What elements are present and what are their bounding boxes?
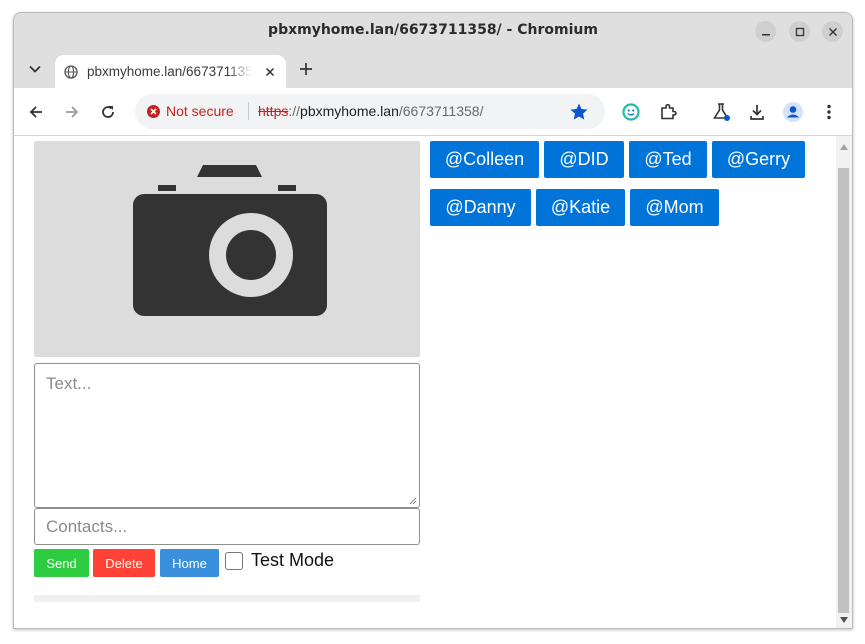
forward-button[interactable] <box>60 100 84 124</box>
puzzle-extensions-icon <box>661 103 677 120</box>
contact-chip-colleen[interactable]: @Colleen <box>430 141 539 178</box>
browser-menu-button[interactable] <box>817 100 841 124</box>
bookmark-star-icon[interactable] <box>569 102 589 122</box>
tab-title: pbxmyhome.lan/6673711358/ <box>87 64 252 79</box>
reload-icon <box>102 106 114 118</box>
photo-placeholder[interactable] <box>34 141 420 357</box>
scroll-up-arrow-icon[interactable] <box>840 144 848 150</box>
resize-handle-icon[interactable] <box>409 497 417 505</box>
extension-button[interactable] <box>619 100 643 124</box>
chevron-down-icon <box>29 65 41 73</box>
extensions-menu-button[interactable] <box>656 100 680 124</box>
not-secure-label[interactable]: Not secure <box>166 103 234 119</box>
menu-kebab-icon <box>827 104 831 120</box>
url-separator: :// <box>288 103 301 119</box>
contacts-placeholder: Contacts... <box>46 517 128 536</box>
close-window-button[interactable] <box>822 21 843 42</box>
url-scheme: https <box>258 103 289 119</box>
home-button[interactable]: Home <box>160 549 219 577</box>
omnibox-divider <box>248 102 249 120</box>
forward-arrow-icon <box>66 106 79 118</box>
back-arrow-icon <box>29 106 42 118</box>
browser-toolbar: Not secure https://pbxmyhome.lan/6673711… <box>14 88 852 136</box>
close-icon <box>265 67 275 77</box>
plus-icon <box>300 63 312 75</box>
downloads-button[interactable] <box>745 100 769 124</box>
delete-button[interactable]: Delete <box>93 549 155 577</box>
address-bar[interactable]: Not secure https://pbxmyhome.lan/6673711… <box>135 94 605 129</box>
message-placeholder: Text... <box>46 374 92 393</box>
maximize-icon <box>795 27 804 36</box>
window-title: pbxmyhome.lan/6673711358/ - Chromium <box>268 22 598 38</box>
labs-button[interactable] <box>709 100 733 124</box>
warning-icon <box>147 105 160 118</box>
test-mode-checkbox[interactable] <box>225 552 243 570</box>
tab-close-button[interactable] <box>261 63 279 81</box>
minimize-button[interactable] <box>755 21 776 42</box>
contact-chip-gerry[interactable]: @Gerry <box>712 141 805 178</box>
test-mode-label: Test Mode <box>251 550 335 570</box>
contact-chip-danny[interactable]: @Danny <box>430 189 531 226</box>
send-button[interactable]: Send <box>34 549 89 577</box>
globe-icon <box>64 65 78 79</box>
contact-chip-did[interactable]: @DID <box>544 141 624 178</box>
profile-icon <box>783 102 803 122</box>
message-textarea[interactable]: Text... <box>34 363 420 508</box>
minimize-icon <box>761 33 770 35</box>
url-host: pbxmyhome.lan <box>300 103 399 119</box>
contacts-input[interactable]: Contacts... <box>34 508 420 545</box>
reload-button[interactable] <box>96 100 120 124</box>
title-bar: pbxmyhome.lan/6673711358/ - Chromium <box>14 13 852 49</box>
maximize-button[interactable] <box>789 21 810 42</box>
extension-icon <box>622 103 640 121</box>
tab-strip: pbxmyhome.lan/6673711358/ <box>14 49 852 89</box>
contact-chip-mom[interactable]: @Mom <box>630 189 719 226</box>
new-tab-button[interactable] <box>295 58 317 80</box>
download-icon <box>750 105 764 120</box>
profile-button[interactable] <box>781 100 805 124</box>
labs-flask-icon <box>713 103 730 121</box>
active-tab[interactable]: pbxmyhome.lan/6673711358/ <box>55 55 286 89</box>
contact-chip-ted[interactable]: @Ted <box>629 141 707 178</box>
tab-search-button[interactable] <box>24 58 46 80</box>
back-button[interactable] <box>24 100 48 124</box>
page-content: Text... Contacts... Send Delete Home Tes… <box>14 136 852 628</box>
browser-window: pbxmyhome.lan/6673711358/ - Chromium pbx… <box>13 12 853 629</box>
bottom-panel <box>34 595 420 602</box>
close-icon <box>828 27 837 36</box>
url-text[interactable]: https://pbxmyhome.lan/6673711358/ <box>258 103 483 119</box>
contact-chip-katie[interactable]: @Katie <box>536 189 625 226</box>
vertical-scrollbar[interactable] <box>836 136 852 628</box>
scroll-down-arrow-icon[interactable] <box>840 617 848 623</box>
scrollbar-thumb[interactable] <box>838 168 849 613</box>
camera-icon <box>133 165 327 316</box>
url-path: /6673711358/ <box>398 103 484 119</box>
